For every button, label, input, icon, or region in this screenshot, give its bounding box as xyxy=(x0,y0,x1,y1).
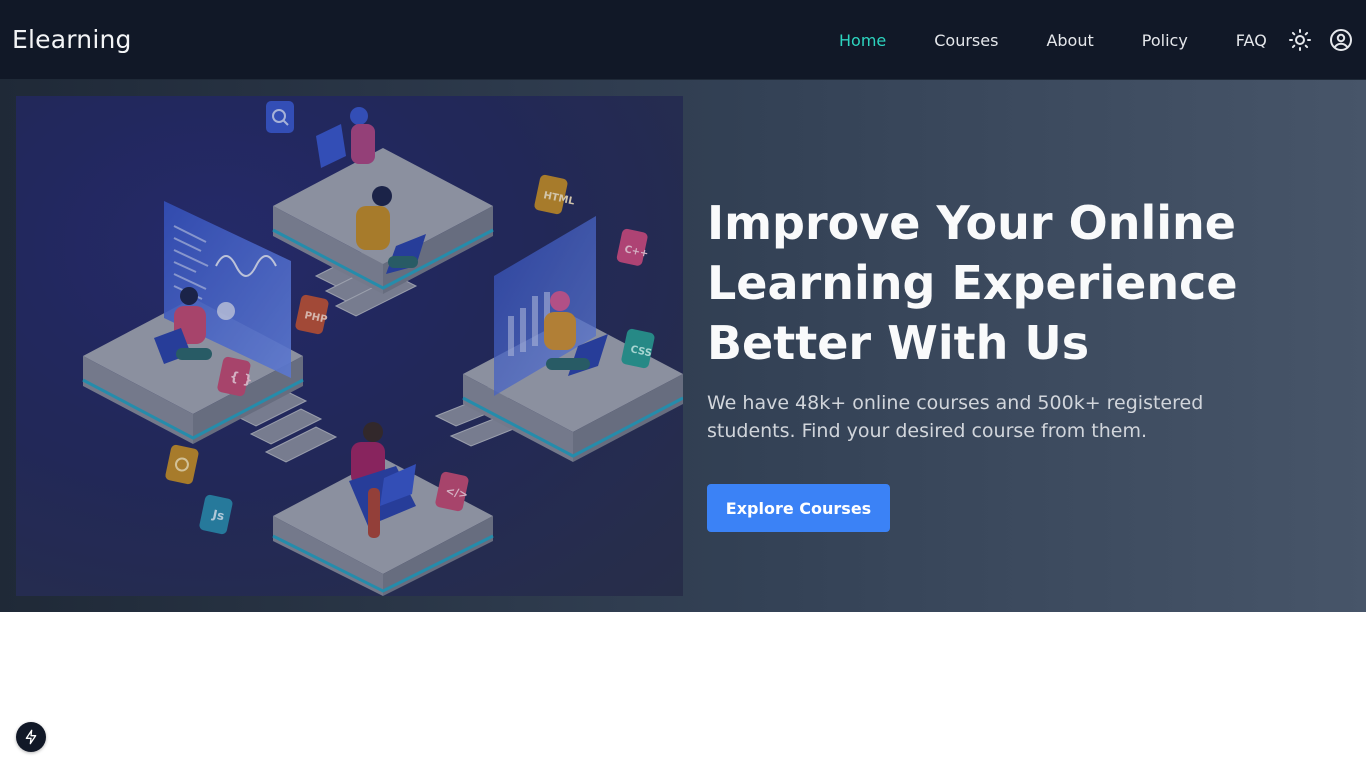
badge-code xyxy=(435,471,469,512)
nav-link-faq[interactable]: FAQ xyxy=(1212,31,1291,50)
person-right xyxy=(544,291,608,376)
badge-html xyxy=(534,174,568,215)
nav-link-courses[interactable]: Courses xyxy=(910,31,1022,50)
lightning-bolt-icon[interactable] xyxy=(16,722,46,752)
badge-css-label: CSS xyxy=(629,344,652,359)
nav-link-policy[interactable]: Policy xyxy=(1118,31,1212,50)
platform-bottom xyxy=(272,458,494,596)
badge-braces-label: { } xyxy=(228,369,254,388)
person-top-left xyxy=(316,107,375,168)
badge-html-label: HTML xyxy=(542,190,576,207)
platform-top xyxy=(272,148,494,294)
badge-php xyxy=(295,294,329,335)
person-left xyxy=(154,287,212,364)
badge-css xyxy=(621,328,655,369)
top-navbar: Elearning Home Courses About Policy FAQ xyxy=(0,0,1366,80)
badge-cpp-label: C++ xyxy=(623,244,649,260)
hero-title: Improve Your Online Learning Experience … xyxy=(707,196,1238,370)
badge-cpp xyxy=(616,228,648,266)
badge-search xyxy=(266,101,294,133)
brand-logo-text[interactable]: Elearning xyxy=(12,25,132,54)
badge-js xyxy=(199,494,233,535)
explore-courses-button[interactable]: Explore Courses xyxy=(707,484,890,532)
main-nav: Home Courses About Policy FAQ xyxy=(815,0,1291,80)
hero-section: HTML C++ PHP CSS { } Js </> Improve Your… xyxy=(0,80,1366,612)
nav-link-home[interactable]: Home xyxy=(815,31,910,50)
person-bottom xyxy=(349,422,416,538)
sun-icon[interactable] xyxy=(1288,28,1312,52)
hero-illustration: HTML C++ PHP CSS { } Js </> xyxy=(16,96,683,596)
nav-link-about[interactable]: About xyxy=(1022,31,1117,50)
badge-settings xyxy=(165,444,199,485)
platform-right xyxy=(462,316,683,462)
badge-js-label: Js xyxy=(210,507,225,523)
badge-braces xyxy=(217,356,251,397)
hero-subtitle: We have 48k+ online courses and 500k+ re… xyxy=(707,392,1204,442)
code-screen-left xyxy=(164,201,291,378)
user-account-icon[interactable] xyxy=(1329,28,1353,52)
person-top-center xyxy=(356,186,426,274)
badge-code-label: </> xyxy=(444,484,469,501)
platform-left xyxy=(82,298,304,444)
code-screen-right xyxy=(494,216,596,396)
badge-php-label: PHP xyxy=(303,310,328,326)
isometric-learning-illustration: HTML C++ PHP CSS { } Js </> xyxy=(82,101,683,596)
